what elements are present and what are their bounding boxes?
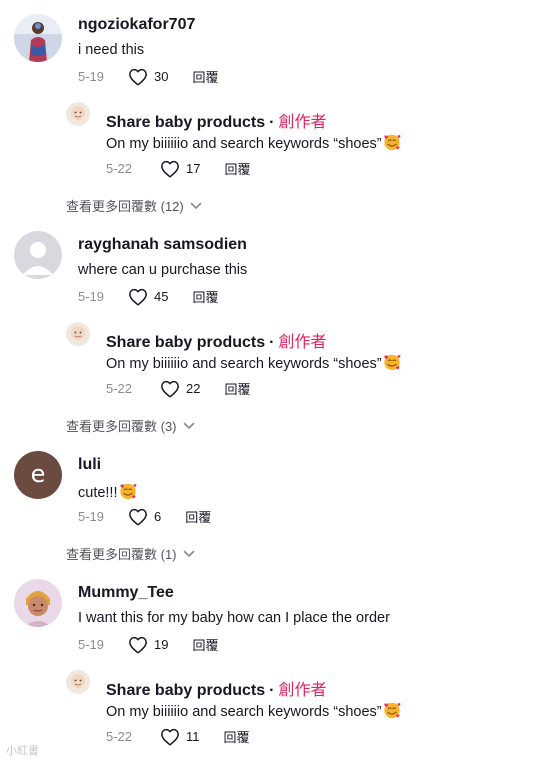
comment-date: 5-19 — [78, 509, 105, 524]
reply-text-content: On my biiiiiio and search keywords “shoe… — [106, 356, 382, 372]
comment-meta: 5-19 6 回覆 — [78, 507, 211, 526]
like-count: 19 — [154, 637, 169, 652]
comment-text-content: where can u purchase this — [78, 262, 248, 278]
comment-date: 5-19 — [78, 637, 105, 652]
reply-username: Share baby products · 創作者 — [106, 676, 327, 700]
like-count: 6 — [154, 509, 162, 524]
avatar[interactable] — [66, 102, 90, 126]
comment-meta: 5-19 45 回覆 — [78, 287, 218, 306]
avatar[interactable]: e — [14, 451, 62, 499]
comment-text: i need this — [78, 42, 144, 58]
reply-button[interactable]: 回覆 — [192, 67, 218, 86]
comment-text-content: cute!!! — [78, 485, 118, 501]
avatar[interactable] — [14, 231, 62, 279]
reply-text: On my biiiiiio and search keywords “shoe… — [106, 133, 401, 152]
heart-outline-icon[interactable] — [128, 636, 148, 654]
reply-date: 5-22 — [106, 729, 133, 744]
chevron-down-icon — [190, 202, 202, 210]
view-more-replies[interactable]: 查看更多回覆數 (3) — [66, 416, 195, 435]
like-count: 22 — [186, 381, 201, 396]
chevron-down-icon — [183, 422, 195, 430]
comment-date: 5-19 — [78, 69, 105, 84]
comment-username[interactable]: rayghanah samsodien — [78, 236, 247, 254]
heart-outline-icon[interactable] — [128, 508, 148, 526]
comment-text: I want this for my baby how can I place … — [78, 610, 390, 626]
reply-button[interactable]: 回覆 — [185, 507, 211, 526]
reply-meta: 5-22 17 回覆 — [106, 159, 250, 178]
creator-badge: 創作者 — [278, 114, 327, 131]
comment-text-content: I want this for my baby how can I place … — [78, 610, 390, 626]
comment-date: 5-19 — [78, 289, 105, 304]
reply-button[interactable]: 回覆 — [224, 159, 250, 178]
avatar[interactable] — [14, 14, 62, 62]
like-count: 45 — [154, 289, 169, 304]
heart-outline-icon[interactable] — [160, 728, 180, 746]
reply-button[interactable]: 回覆 — [192, 287, 218, 306]
view-more-label: 查看更多回覆數 (3) — [66, 419, 177, 434]
view-more-label: 查看更多回覆數 (12) — [66, 199, 184, 214]
avatar[interactable] — [66, 670, 90, 694]
smiling-face-with-hearts-emoji — [383, 701, 401, 719]
avatar[interactable] — [14, 579, 62, 627]
avatar-letter: e — [30, 459, 46, 488]
comment-meta: 5-19 30 回覆 — [78, 67, 218, 86]
like-count: 17 — [186, 161, 201, 176]
reply-date: 5-22 — [106, 161, 133, 176]
view-more-label: 查看更多回覆數 (1) — [66, 547, 177, 562]
reply-text: On my biiiiiio and search keywords “shoe… — [106, 353, 401, 372]
reply-username-text[interactable]: Share baby products — [106, 114, 265, 131]
comment-username[interactable]: luli — [78, 456, 101, 474]
heart-outline-icon[interactable] — [128, 68, 148, 86]
chevron-down-icon — [183, 550, 195, 558]
like-count: 30 — [154, 69, 169, 84]
comment-text-content: i need this — [78, 42, 145, 58]
separator-dot: · — [269, 334, 275, 351]
smiling-face-with-hearts-emoji — [119, 482, 137, 500]
reply-button[interactable]: 回覆 — [192, 635, 218, 654]
reply-username-text[interactable]: Share baby products — [106, 682, 265, 699]
comment-text: where can u purchase this — [78, 262, 247, 278]
creator-badge: 創作者 — [278, 334, 327, 351]
reply-username: Share baby products · 創作者 — [106, 108, 327, 132]
reply-meta: 5-22 22 回覆 — [106, 379, 250, 398]
heart-outline-icon[interactable] — [160, 380, 180, 398]
avatar[interactable] — [66, 322, 90, 346]
comment-username[interactable]: ngoziokafor707 — [78, 16, 195, 34]
heart-outline-icon[interactable] — [160, 160, 180, 178]
separator-dot: · — [269, 114, 275, 131]
view-more-replies[interactable]: 查看更多回覆數 (1) — [66, 544, 195, 563]
view-more-replies[interactable]: 查看更多回覆數 (12) — [66, 196, 202, 215]
like-count: 11 — [186, 729, 200, 744]
reply-text-content: On my biiiiiio and search keywords “shoe… — [106, 704, 382, 720]
reply-text: On my biiiiiio and search keywords “shoe… — [106, 701, 401, 720]
comment-text: cute!!! — [78, 482, 137, 501]
separator-dot: · — [269, 682, 275, 699]
heart-outline-icon[interactable] — [128, 288, 148, 306]
reply-date: 5-22 — [106, 381, 133, 396]
comment-meta: 5-19 19 回覆 — [78, 635, 218, 654]
watermark: 小紅書 — [6, 745, 39, 757]
creator-badge: 創作者 — [278, 682, 327, 699]
reply-username-text[interactable]: Share baby products — [106, 334, 265, 351]
reply-text-content: On my biiiiiio and search keywords “shoe… — [106, 136, 382, 152]
reply-meta: 5-22 11 回覆 — [106, 727, 250, 746]
reply-username: Share baby products · 創作者 — [106, 328, 327, 352]
comment-username[interactable]: Mummy_Tee — [78, 584, 174, 602]
reply-button[interactable]: 回覆 — [224, 379, 250, 398]
reply-button[interactable]: 回覆 — [224, 727, 250, 746]
smiling-face-with-hearts-emoji — [383, 353, 401, 371]
smiling-face-with-hearts-emoji — [383, 133, 401, 151]
